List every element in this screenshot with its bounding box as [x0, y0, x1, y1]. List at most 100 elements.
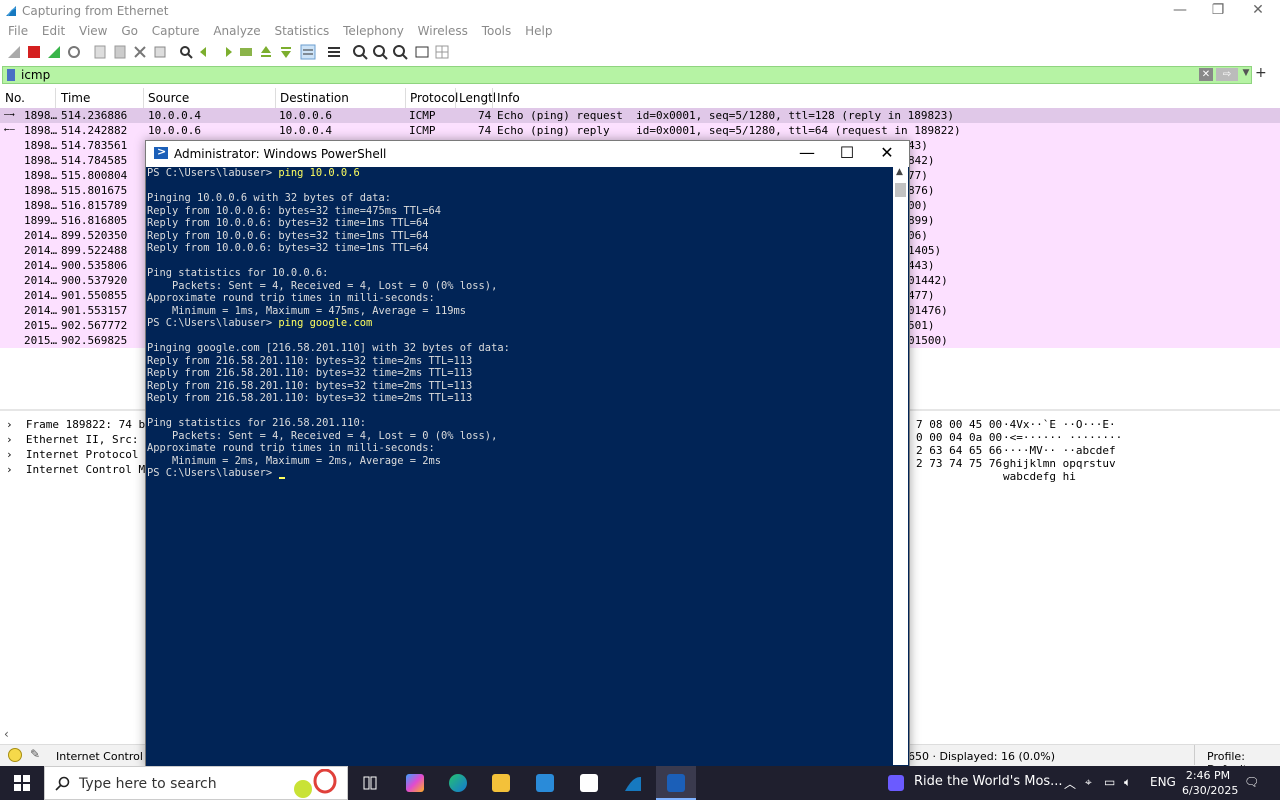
- start-button[interactable]: [0, 766, 44, 800]
- restart-capture-icon[interactable]: [46, 44, 62, 60]
- column-time[interactable]: Time: [61, 91, 90, 105]
- find-packet-icon[interactable]: [178, 44, 194, 60]
- edge-button[interactable]: [438, 766, 478, 800]
- zoom-out-icon[interactable]: [372, 44, 388, 60]
- hex-ascii[interactable]: ·<=······ ········: [1003, 431, 1122, 444]
- autoscroll-icon[interactable]: [300, 44, 316, 60]
- column-no[interactable]: No.: [5, 91, 25, 105]
- wireshark-taskbar-button[interactable]: [613, 766, 653, 800]
- column-info[interactable]: Info: [497, 91, 520, 105]
- copilot-button[interactable]: [395, 766, 435, 800]
- minimize-button[interactable]: —: [1160, 0, 1200, 22]
- ps-close-button[interactable]: ✕: [867, 141, 907, 167]
- detail-ethernet[interactable]: › Ethernet II, Src: Mi: [6, 433, 158, 446]
- capture-options-icon[interactable]: [66, 44, 82, 60]
- zoom-in-icon[interactable]: [352, 44, 368, 60]
- wireshark-title-bar[interactable]: Capturing from Ethernet — ❐ ✕: [0, 0, 1280, 22]
- menu-analyze[interactable]: Analyze: [213, 22, 260, 40]
- powershell-title-bar[interactable]: Administrator: Windows PowerShell — ☐ ✕: [146, 141, 909, 167]
- expand-arrow-icon[interactable]: ›: [6, 418, 13, 431]
- restore-button[interactable]: ❐: [1198, 0, 1238, 22]
- edit-comment-icon[interactable]: ✎: [30, 747, 40, 761]
- column-length[interactable]: Lengtl: [459, 91, 496, 105]
- menu-help[interactable]: Help: [525, 22, 552, 40]
- go-forward-icon[interactable]: [218, 44, 234, 60]
- menu-edit[interactable]: Edit: [42, 22, 65, 40]
- detail-icmp[interactable]: › Internet Control Mes: [6, 463, 158, 476]
- expand-arrow-icon[interactable]: ›: [6, 463, 13, 476]
- stop-capture-icon[interactable]: [26, 44, 42, 60]
- open-file-icon[interactable]: [92, 44, 108, 60]
- expert-info-icon[interactable]: [8, 748, 22, 762]
- chevron-up-icon[interactable]: ▲: [896, 167, 903, 177]
- expand-arrow-icon[interactable]: ›: [6, 433, 13, 446]
- volume-icon[interactable]: 🔈︎: [1124, 775, 1131, 790]
- apply-filter-icon[interactable]: ⇨: [1216, 68, 1238, 81]
- hex-bytes[interactable]: 7 08 00 45 00: [916, 418, 1002, 431]
- save-file-icon[interactable]: [112, 44, 128, 60]
- packet-row[interactable]: ←— 1898… 514.242882 10.0.0.6 10.0.0.4 IC…: [0, 123, 1280, 138]
- column-destination[interactable]: Destination: [280, 91, 349, 105]
- chevron-left-icon[interactable]: ‹: [4, 727, 9, 741]
- network-icon[interactable]: ▭: [1104, 775, 1115, 789]
- filter-text[interactable]: icmp: [21, 68, 50, 82]
- hex-bytes[interactable]: 0 00 04 0a 00: [916, 431, 1002, 444]
- normal-size-icon[interactable]: [392, 44, 408, 60]
- hex-ascii[interactable]: ·4Vx··`E ··O···E·: [1003, 418, 1116, 431]
- clear-filter-icon[interactable]: ✕: [1199, 68, 1213, 81]
- colorize-icon[interactable]: [326, 44, 342, 60]
- language-indicator[interactable]: ENG: [1150, 775, 1176, 789]
- hex-bytes[interactable]: 2 63 64 65 66: [916, 444, 1002, 457]
- detail-ip[interactable]: › Internet Protocol Ve: [6, 448, 158, 461]
- scroll-thumb[interactable]: [895, 183, 906, 197]
- hex-ascii[interactable]: ghijklmn opqrstuv: [1003, 457, 1116, 470]
- resize-columns-icon[interactable]: [414, 44, 430, 60]
- add-filter-button[interactable]: +: [1255, 65, 1267, 81]
- powershell-window[interactable]: Administrator: Windows PowerShell — ☐ ✕ …: [145, 140, 910, 768]
- horizontal-scrollbar[interactable]: ‹: [0, 727, 146, 743]
- mail-button[interactable]: [569, 766, 609, 800]
- first-packet-icon[interactable]: [258, 44, 274, 60]
- expand-arrow-icon[interactable]: ›: [6, 448, 13, 461]
- console-scrollbar[interactable]: ▲: [893, 167, 908, 765]
- bookmark-icon[interactable]: [7, 69, 15, 81]
- menu-view[interactable]: View: [79, 22, 107, 40]
- menu-wireless[interactable]: Wireless: [418, 22, 468, 40]
- clock[interactable]: 2:46 PM 6/30/2025: [1182, 768, 1238, 798]
- ps-maximize-button[interactable]: ☐: [827, 141, 867, 167]
- display-filter-input[interactable]: icmp ✕ ⇨ ▼: [2, 66, 1252, 84]
- hex-ascii[interactable]: ····MV·· ··abcdef: [1003, 444, 1116, 457]
- menu-telephony[interactable]: Telephony: [343, 22, 404, 40]
- close-file-icon[interactable]: [132, 44, 148, 60]
- hex-ascii[interactable]: wabcdefg hi: [1003, 470, 1076, 483]
- menu-tools[interactable]: Tools: [482, 22, 512, 40]
- go-back-icon[interactable]: [198, 44, 214, 60]
- location-icon[interactable]: ⌖: [1085, 775, 1092, 790]
- store-button[interactable]: [525, 766, 565, 800]
- notification-icon[interactable]: 🗨︎: [1244, 775, 1259, 789]
- menu-statistics[interactable]: Statistics: [274, 22, 329, 40]
- chevron-down-icon[interactable]: ▼: [1241, 68, 1251, 82]
- console-output[interactable]: PS C:\Users\labuser> ping 10.0.0.6 Pingin…: [146, 167, 893, 765]
- powershell-taskbar-button[interactable]: [656, 766, 696, 800]
- packet-row[interactable]: —→ 1898… 514.236886 10.0.0.4 10.0.0.6 IC…: [0, 108, 1280, 123]
- detail-frame[interactable]: › Frame 189822: 74 byt: [6, 418, 158, 431]
- close-button[interactable]: ✕: [1238, 0, 1278, 22]
- file-explorer-button[interactable]: [481, 766, 521, 800]
- menu-go[interactable]: Go: [121, 22, 138, 40]
- reload-file-icon[interactable]: [152, 44, 168, 60]
- menu-file[interactable]: File: [8, 22, 28, 40]
- chevron-up-tray-icon[interactable]: ︿: [1064, 775, 1076, 792]
- column-source[interactable]: Source: [148, 91, 189, 105]
- taskbar-search[interactable]: Type here to search: [44, 766, 348, 800]
- last-packet-icon[interactable]: [278, 44, 294, 60]
- go-to-packet-icon[interactable]: [238, 44, 254, 60]
- menu-capture[interactable]: Capture: [152, 22, 200, 40]
- news-widget[interactable]: Ride the World's Mos...: [914, 774, 1063, 789]
- shark-fin-start-icon[interactable]: [6, 44, 22, 60]
- grid-icon[interactable]: [434, 44, 450, 60]
- column-protocol[interactable]: Protocol: [410, 91, 458, 105]
- task-view-button[interactable]: [350, 766, 390, 800]
- hex-bytes[interactable]: 2 73 74 75 76: [916, 457, 1002, 470]
- ps-minimize-button[interactable]: —: [787, 141, 827, 167]
